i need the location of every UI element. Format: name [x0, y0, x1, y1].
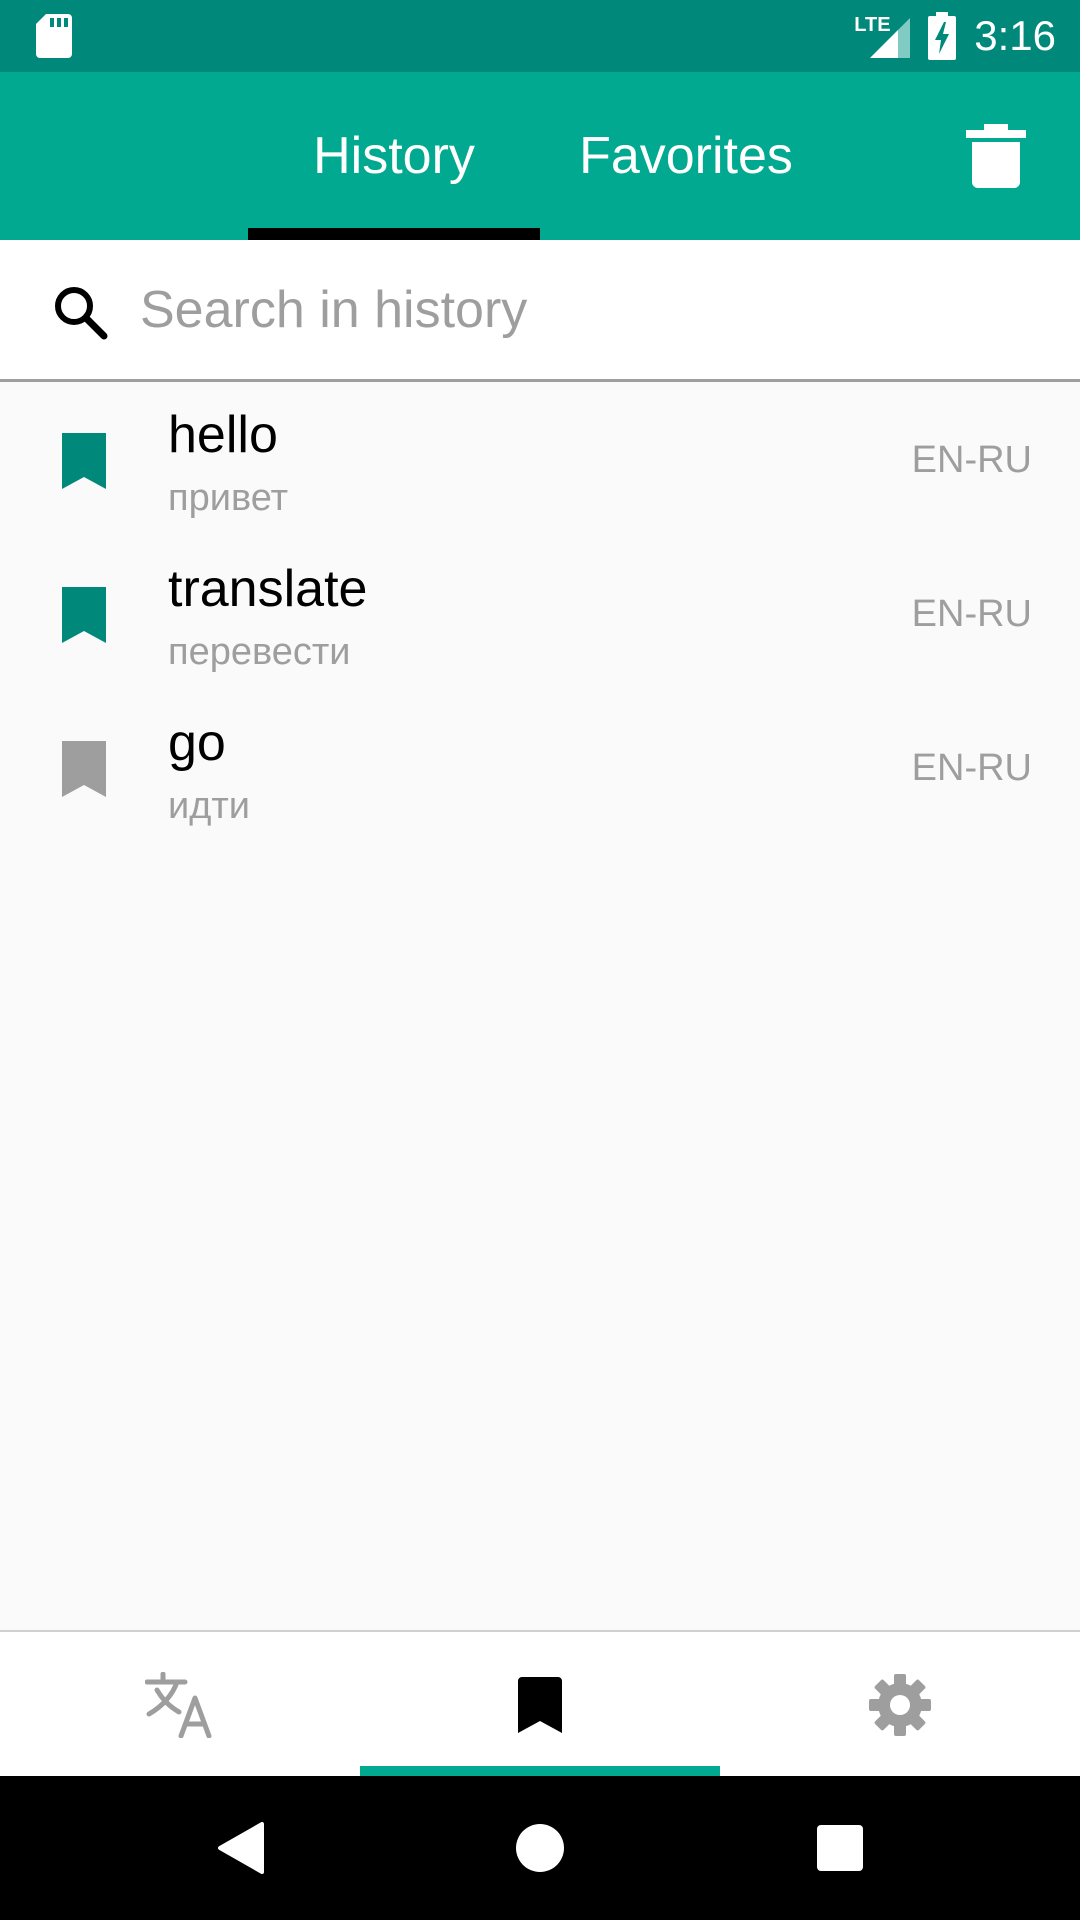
- translate-icon: [145, 1672, 212, 1738]
- tab-history[interactable]: History: [248, 72, 540, 240]
- nav-translate[interactable]: [0, 1632, 360, 1778]
- bottom-navigation: [0, 1630, 1080, 1778]
- back-button[interactable]: [180, 1776, 300, 1920]
- clock: 3:16: [974, 12, 1056, 59]
- trash-icon[interactable]: [966, 124, 1026, 188]
- bookmark-icon: [518, 1677, 562, 1733]
- bookmark-outline-icon[interactable]: [62, 741, 106, 797]
- history-list: hello привет EN-RU translate перевести E…: [0, 385, 1080, 847]
- nav-settings[interactable]: [720, 1632, 1080, 1778]
- tab-favorites[interactable]: Favorites: [540, 72, 832, 240]
- search-icon: [55, 287, 108, 340]
- list-item[interactable]: go идти EN-RU: [0, 693, 1080, 847]
- list-item[interactable]: translate перевести EN-RU: [0, 539, 1080, 693]
- bookmark-icon[interactable]: [62, 587, 106, 643]
- battery-charging-icon: [928, 12, 957, 60]
- nav-bookmarks[interactable]: [360, 1632, 720, 1778]
- home-button[interactable]: [480, 1776, 600, 1920]
- word: go: [168, 714, 226, 772]
- back-icon: [218, 1822, 264, 1874]
- home-icon: [516, 1824, 564, 1872]
- language-pair: EN-RU: [911, 747, 1032, 789]
- translation: привет: [168, 477, 288, 519]
- status-bar: LTE 3:16: [0, 0, 1080, 72]
- lte-signal-icon: LTE: [854, 14, 911, 58]
- gear-icon: [869, 1674, 931, 1736]
- search-input[interactable]: [140, 270, 1040, 350]
- tab-indicator: [248, 228, 540, 240]
- recents-icon: [817, 1825, 863, 1871]
- word: translate: [168, 560, 368, 618]
- list-item[interactable]: hello привет EN-RU: [0, 385, 1080, 539]
- word: hello: [168, 406, 278, 464]
- language-pair: EN-RU: [911, 439, 1032, 481]
- app-bar: History Favorites: [0, 72, 1080, 240]
- bookmark-icon[interactable]: [62, 433, 106, 489]
- translation: перевести: [168, 631, 351, 673]
- search-bar: [0, 240, 1080, 382]
- translation: идти: [168, 785, 251, 827]
- system-navigation-bar: [0, 1776, 1080, 1920]
- sd-card-icon: [36, 14, 72, 58]
- recents-button[interactable]: [780, 1776, 900, 1920]
- language-pair: EN-RU: [911, 593, 1032, 635]
